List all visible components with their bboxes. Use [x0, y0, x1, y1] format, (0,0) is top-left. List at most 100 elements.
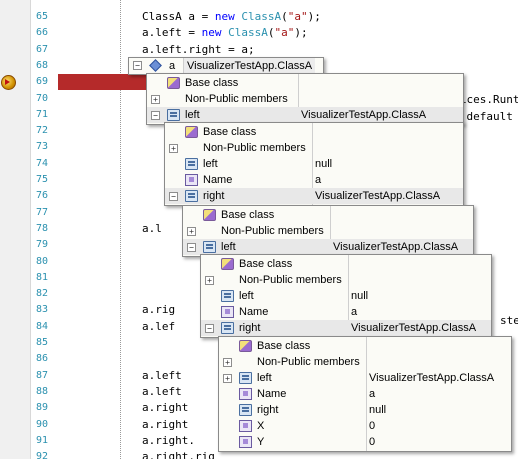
datatip-row-name: Non-Public members — [185, 93, 288, 105]
code-token: ClassA a = — [142, 10, 215, 23]
datatip-row[interactable]: + Non-Public members — [165, 140, 463, 156]
datatip-row-value: null — [315, 158, 333, 170]
datatip-row[interactable]: + Non-Public members — [183, 223, 473, 239]
datatip-row-name: Non-Public members — [221, 225, 324, 237]
datatip-row[interactable]: Name a — [201, 304, 491, 320]
field-icon — [185, 158, 198, 170]
base-class-icon — [185, 126, 198, 138]
code-token: a.left — [142, 368, 182, 382]
code-editor[interactable]: 65 ClassA a = new ClassA("a"); 66 a.left = … — [0, 0, 518, 459]
datatip-row-value: 0 — [369, 420, 376, 432]
object-icon — [149, 59, 164, 73]
line-number: 69 — [35, 76, 48, 88]
datatip-row-name: left — [257, 372, 272, 384]
datatip-row-value: null — [351, 290, 369, 302]
datatip-row[interactable]: X0 — [219, 418, 511, 434]
datatip-panel[interactable]: Base class + Non-Public members left null Nam… — [164, 122, 464, 206]
datatip-row-name: left — [185, 109, 200, 121]
datatip-row[interactable]: − left VisualizerTestApp.ClassA — [183, 239, 473, 255]
datatip-row-name: left — [221, 241, 236, 253]
code-line: a.left — [142, 368, 182, 384]
line-number: 72 — [35, 125, 48, 137]
datatip-row-name: Base class — [257, 340, 311, 352]
code-token: ); — [294, 26, 308, 40]
field-icon — [185, 190, 198, 202]
datatip-row-name: Name — [257, 388, 287, 400]
datatip-row[interactable]: Base class — [183, 207, 473, 223]
expand-icon[interactable]: + — [151, 95, 160, 104]
datatip-row-name: Non-Public members — [257, 356, 360, 368]
datatip-row[interactable]: + Non-Public members — [147, 91, 463, 107]
datatip-row[interactable]: Base class — [165, 124, 463, 140]
datatip-row[interactable]: Base class — [147, 75, 463, 91]
line-number: 92 — [35, 451, 48, 459]
datatip-row-value: VisualizerTestApp.ClassA — [315, 190, 441, 202]
line-number: 75 — [35, 174, 48, 185]
datatip-row-name: Y — [257, 436, 265, 448]
datatip-row[interactable]: − left VisualizerTestApp.ClassA — [147, 107, 463, 123]
collapse-icon[interactable]: − — [187, 243, 196, 252]
collapse-icon[interactable]: − — [133, 61, 142, 70]
property-icon — [221, 306, 234, 318]
line-number: 76 — [35, 190, 48, 202]
line-number: 84 — [35, 320, 48, 332]
datatip-row-name: left — [239, 290, 254, 302]
expand-icon[interactable]: + — [223, 358, 232, 367]
code-fragment: ste — [500, 314, 518, 327]
datatip-panel[interactable]: Base class + Non-Public members + left Visual… — [218, 336, 512, 452]
collapse-icon[interactable]: − — [151, 111, 160, 120]
expand-icon[interactable]: + — [223, 374, 232, 383]
datatip-row[interactable]: + left VisualizerTestApp.ClassA — [219, 370, 511, 386]
code-line: a.left = new ClassA("a"); — [142, 25, 308, 41]
line-number: 65 — [35, 11, 48, 22]
datatip-row-name: left — [203, 158, 218, 170]
datatip-row[interactable]: − right VisualizerTestApp.ClassA — [201, 320, 491, 336]
line-number: 77 — [35, 206, 48, 218]
code-token: a.rig — [142, 303, 176, 317]
datatip-row[interactable]: + Non-Public members — [201, 272, 491, 288]
line-number: 78 — [35, 222, 48, 234]
datatip-row-name: right — [203, 190, 225, 202]
datatip-row-name: Base class — [185, 77, 239, 89]
code-line: a.left — [142, 384, 182, 400]
datatip-row[interactable]: Name a — [165, 172, 463, 188]
datatip-row[interactable]: left null — [201, 288, 491, 304]
datatip-row-name: right — [239, 322, 261, 334]
collapse-icon[interactable]: − — [169, 192, 178, 201]
datatip-row[interactable]: right null — [219, 402, 511, 418]
code-line: ClassA a = new ClassA("a"); — [142, 9, 321, 25]
property-icon — [239, 388, 252, 400]
collapse-icon[interactable]: − — [205, 324, 214, 333]
datatip-row-value: VisualizerTestApp.ClassA — [369, 372, 495, 384]
code-token: a.l — [142, 221, 162, 235]
line-number: 82 — [35, 288, 48, 300]
datatip-root-value: VisualizerTestApp.ClassA — [183, 58, 316, 74]
code-line: a.right.rig — [142, 449, 215, 459]
datatip-row[interactable]: Base class — [201, 256, 491, 272]
datatip-panel[interactable]: Base class + Non-Public members − left Visual… — [146, 73, 464, 125]
property-icon — [185, 174, 198, 186]
datatip-row-name: Base class — [239, 258, 293, 270]
datatip-row[interactable]: left null — [165, 156, 463, 172]
datatip-row-value: VisualizerTestApp.ClassA — [333, 241, 459, 253]
line-number: 80 — [35, 255, 48, 267]
code-token: a.lef — [142, 319, 176, 333]
datatip-row[interactable]: Name a — [219, 386, 511, 402]
line-number: 79 — [35, 239, 48, 251]
datatip-row[interactable]: + Non-Public members — [219, 354, 511, 370]
field-icon — [221, 290, 234, 302]
base-class-icon — [221, 258, 234, 270]
datatip-panel[interactable]: Base class + Non-Public members left null Nam… — [200, 254, 492, 338]
datatip-panel[interactable]: Base class + Non-Public members − left Visual… — [182, 205, 474, 257]
datatip-row[interactable]: − right VisualizerTestApp.ClassA — [165, 188, 463, 204]
datatip-row[interactable]: Y0 — [219, 434, 511, 450]
datatip-row[interactable]: Base class — [219, 338, 511, 354]
datatip-row-name: Base class — [221, 209, 275, 221]
line-number: 70 — [35, 92, 48, 104]
code-token: a.left — [142, 384, 182, 398]
expand-icon[interactable]: + — [205, 276, 214, 285]
expand-icon[interactable]: + — [187, 227, 196, 236]
line-number: 89 — [35, 402, 48, 414]
field-icon — [239, 372, 252, 384]
expand-icon[interactable]: + — [169, 144, 178, 153]
